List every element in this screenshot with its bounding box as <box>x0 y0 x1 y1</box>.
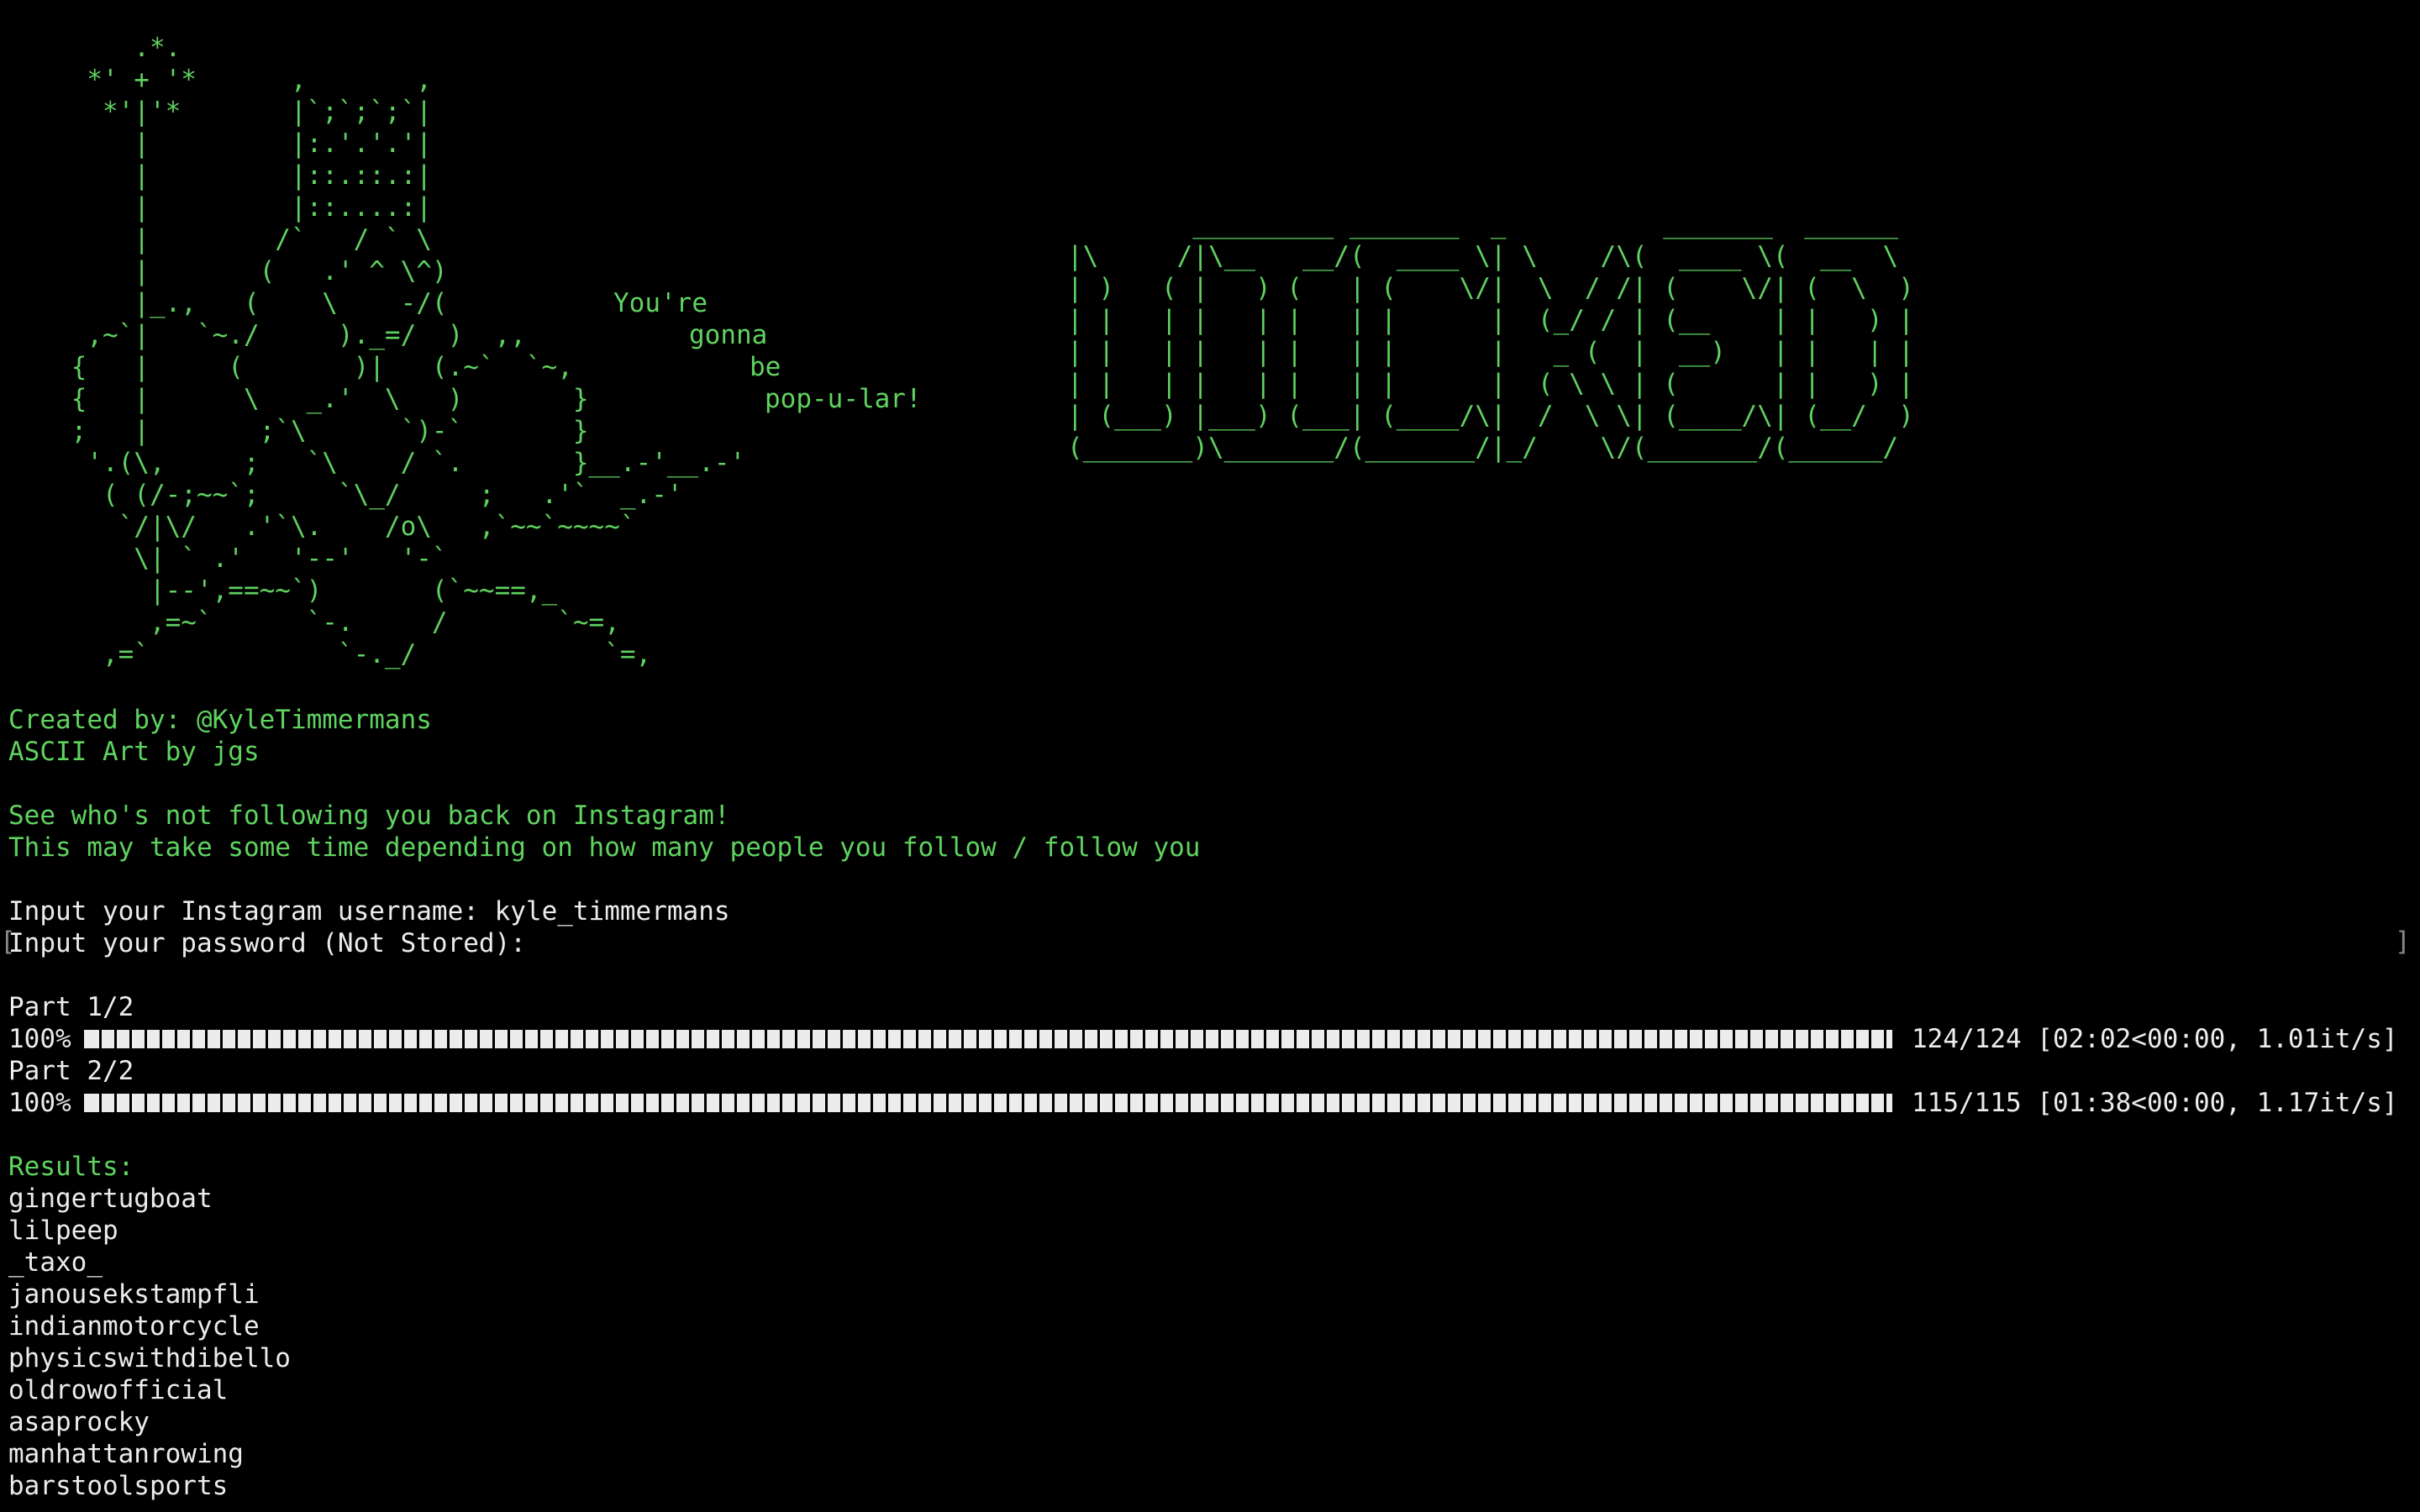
results-heading: Results: <box>8 1152 134 1182</box>
result-item: janousekstampfli <box>8 1279 260 1310</box>
username-line: Input your Instagram username: kyle_timm… <box>8 895 730 927</box>
ascii-logo: _________ _______ _ _______ ______ |\ /|… <box>1067 209 1914 463</box>
result-item: gingertugboat <box>8 1184 213 1214</box>
progress-1-percent: 100% <box>8 1024 71 1054</box>
left-edge-mark: [ <box>0 927 16 957</box>
username-value: kyle_timmermans <box>494 896 730 927</box>
result-item: manhattanrowing <box>8 1439 244 1469</box>
result-item: lilpeep <box>8 1215 118 1246</box>
progress-bar-2 <box>84 1094 1892 1112</box>
result-item: _taxo_ <box>8 1247 103 1278</box>
result-item: asaprocky <box>8 1407 150 1437</box>
progress-part-2-label: Part 2/2 <box>8 1056 134 1086</box>
result-item: barstoolsports <box>8 1471 229 1501</box>
credit-ascii-by: ASCII Art by jgs <box>8 737 260 767</box>
tagline-you-re: You're <box>613 288 708 318</box>
tagline-popular: pop-u-lar! <box>765 384 922 414</box>
progress-row-2: 100% 115/115 [01:38<00:00, 1.17it/s] <box>8 1087 2412 1119</box>
credit-created-by: Created by: @KyleTimmermans <box>8 705 432 735</box>
tagline-gonna: gonna <box>689 320 768 350</box>
result-item: oldrowofficial <box>8 1375 229 1405</box>
result-item: indianmotorcycle <box>8 1311 260 1341</box>
intro-line-2: This may take some time depending on how… <box>8 832 1201 863</box>
progress-2-stats: 115/115 [01:38<00:00, 1.17it/s] <box>1912 1088 2398 1118</box>
right-edge-mark: ] <box>2395 927 2411 957</box>
tagline-be: be <box>750 352 781 382</box>
progress-1-stats: 124/124 [02:02<00:00, 1.01it/s] <box>1912 1024 2398 1054</box>
progress-bar-1 <box>84 1030 1892 1048</box>
result-item: physicswithdibello <box>8 1343 291 1373</box>
username-prompt: Input your Instagram username: <box>8 896 495 927</box>
intro-line-1: See who's not following you back on Inst… <box>8 801 730 831</box>
progress-2-percent: 100% <box>8 1088 71 1118</box>
progress-part-1-label: Part 1/2 <box>8 992 134 1022</box>
password-prompt: Input your password (Not Stored): <box>8 928 526 958</box>
ascii-art-illustration: .*. *' + '* , , *'|'* |`;`;`;`| | |:.'.'… <box>71 33 746 669</box>
progress-row-1: 100% 124/124 [02:02<00:00, 1.01it/s] <box>8 1023 2412 1055</box>
